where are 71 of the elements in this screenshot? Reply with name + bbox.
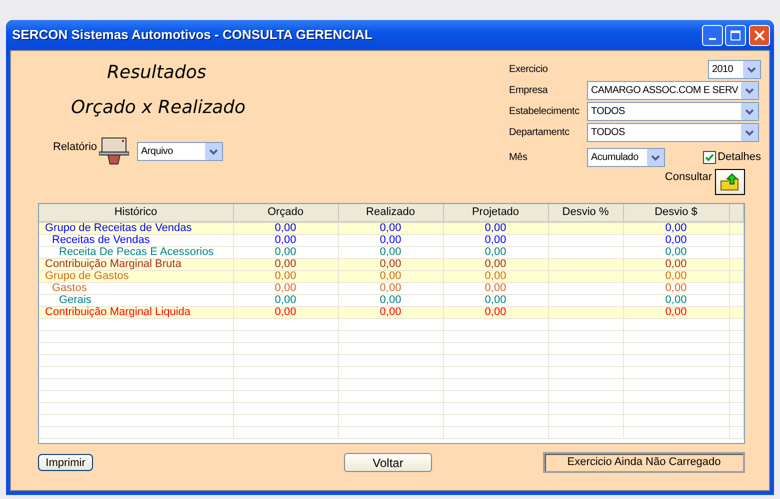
table-cell: 0,00 (623, 234, 729, 246)
back-button[interactable]: Voltar (344, 453, 432, 472)
folder-arrow-icon (720, 173, 740, 191)
table-cell: 0,00 (233, 294, 338, 306)
column-header[interactable]: Desvio $ (623, 204, 729, 222)
column-header[interactable]: Projetado (443, 204, 548, 222)
table-cell: 0,00 (443, 306, 548, 318)
checkbox-label: Detalhes (718, 150, 761, 166)
table-cell: 0,00 (443, 258, 548, 270)
table-cell: 0,00 (443, 294, 548, 306)
column-header[interactable]: Realizado (338, 204, 443, 222)
window-title: SERCON Sistemas Automotivos - CONSULTA GERENCIAL (12, 26, 372, 44)
table-cell: 0,00 (623, 258, 729, 270)
minimize-icon (708, 38, 716, 40)
dropdown[interactable]: TODOS (587, 102, 759, 121)
table-cell: 0,00 (338, 258, 443, 270)
table-cell: 0,00 (443, 270, 548, 282)
table-cell: 0,00 (623, 294, 729, 306)
field-label: Estabelecimentc (509, 105, 580, 119)
table-cell: 0,00 (338, 234, 443, 246)
table-cell: 0,00 (233, 234, 338, 246)
monitor-icon (99, 137, 130, 165)
table-cell: Gerais (39, 294, 233, 306)
field-label: Departamentc (509, 126, 570, 140)
field-label: Mês (509, 151, 528, 165)
field-label: Exercicio (509, 63, 549, 77)
dropdown[interactable]: CAMARGO ASSOC.COM E SERV (587, 81, 759, 100)
checkbox[interactable] (702, 151, 716, 164)
close-button[interactable] (749, 24, 770, 46)
table-cell: 0,00 (623, 246, 729, 258)
table-cell: 0,00 (233, 258, 338, 270)
field-label: Relatório (53, 140, 98, 155)
table-cell: 0,00 (623, 282, 729, 294)
dropdown[interactable]: TODOS (587, 123, 759, 142)
table-cell: Receita De Pecas E Acessorios (39, 246, 233, 258)
minimize-button[interactable] (702, 24, 722, 46)
table-cell: 0,00 (233, 306, 338, 318)
table-cell: Receitas de Vendas (39, 234, 233, 246)
field-label: Empresa (509, 84, 549, 98)
status-panel: Exercicio Ainda Não Carregado (543, 452, 745, 473)
column-header[interactable]: Desvio % (548, 204, 623, 222)
report-dropdown[interactable]: Arquivo (137, 142, 224, 160)
maximize-button[interactable] (725, 24, 746, 46)
close-icon (754, 30, 765, 40)
table-cell: 0,00 (443, 234, 548, 246)
query-button[interactable] (715, 169, 745, 195)
table-cell: 0,00 (338, 294, 443, 306)
table-cell: 0,00 (233, 270, 338, 282)
table-cell: 0,00 (338, 246, 443, 258)
dropdown[interactable]: 2010 (708, 60, 761, 79)
table-cell: 0,00 (338, 270, 443, 282)
maximize-icon (730, 30, 742, 40)
table-cell: 0,00 (443, 246, 548, 258)
table-cell: 0,00 (233, 282, 338, 294)
table-cell: 0,00 (233, 246, 338, 258)
table-cell: Grupo de Gastos (39, 270, 233, 282)
table-cell: 0,00 (443, 282, 548, 294)
print-button[interactable]: Imprimir (38, 454, 93, 471)
table-cell: 0,00 (623, 270, 729, 282)
heading: Resultados (107, 64, 208, 82)
column-header[interactable]: Histórico (39, 204, 233, 222)
month-dropdown[interactable]: Acumulado (587, 148, 665, 167)
button-label: Consultar (664, 170, 712, 185)
table-cell: 0,00 (623, 306, 729, 318)
table-cell: 0,00 (338, 306, 443, 318)
column-header[interactable]: Orçado (233, 204, 338, 222)
table-cell: Contribuição Marginal Bruta (39, 258, 233, 270)
table-cell: Gastos (39, 282, 233, 294)
subheading: Orçado x Realizado (71, 99, 247, 117)
table-cell: Contribuição Marginal Liquida (39, 306, 233, 318)
table-cell: 0,00 (338, 282, 443, 294)
